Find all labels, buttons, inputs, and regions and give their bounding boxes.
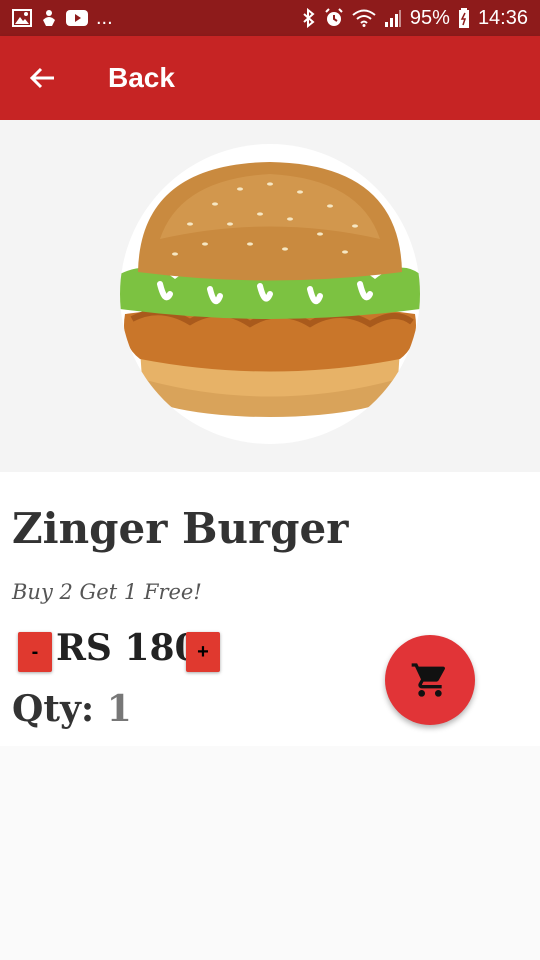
- back-button[interactable]: [14, 50, 70, 106]
- quantity-value: 1: [106, 688, 132, 730]
- product-image: [120, 144, 420, 444]
- app-bar: Back: [0, 36, 540, 120]
- signal-icon: [384, 9, 402, 27]
- quantity-row: Qty: 1: [12, 688, 132, 730]
- more-notifications: ...: [96, 6, 113, 29]
- status-left: ...: [12, 7, 113, 30]
- promo-text: Buy 2 Get 1 Free!: [12, 580, 202, 604]
- youtube-icon: [66, 10, 88, 26]
- product-price: RS 180: [56, 627, 200, 669]
- quantity-label: Qty:: [12, 688, 95, 730]
- battery-level: 95%: [409, 6, 450, 29]
- increase-quantity-button[interactable]: +: [186, 632, 220, 672]
- download-icon: [40, 8, 58, 28]
- status-right: 95% 14:36: [302, 7, 528, 30]
- gallery-icon: [12, 9, 32, 27]
- product-image-area: [0, 120, 540, 472]
- add-to-cart-button[interactable]: [385, 635, 475, 725]
- wifi-icon: [352, 9, 376, 27]
- clock: 14:36: [477, 6, 528, 29]
- battery-icon: [458, 8, 470, 28]
- alarm-icon: [324, 8, 344, 28]
- decrease-quantity-button[interactable]: -: [18, 632, 52, 672]
- status-bar: ... 95% 14:36: [0, 0, 540, 36]
- product-name: Zinger Burger: [12, 504, 349, 553]
- bluetooth-icon: [302, 8, 316, 28]
- burger-illustration: [120, 162, 420, 417]
- cart-icon: [411, 663, 446, 697]
- arrow-left-icon: [29, 67, 54, 89]
- app-bar-title[interactable]: Back: [108, 62, 175, 94]
